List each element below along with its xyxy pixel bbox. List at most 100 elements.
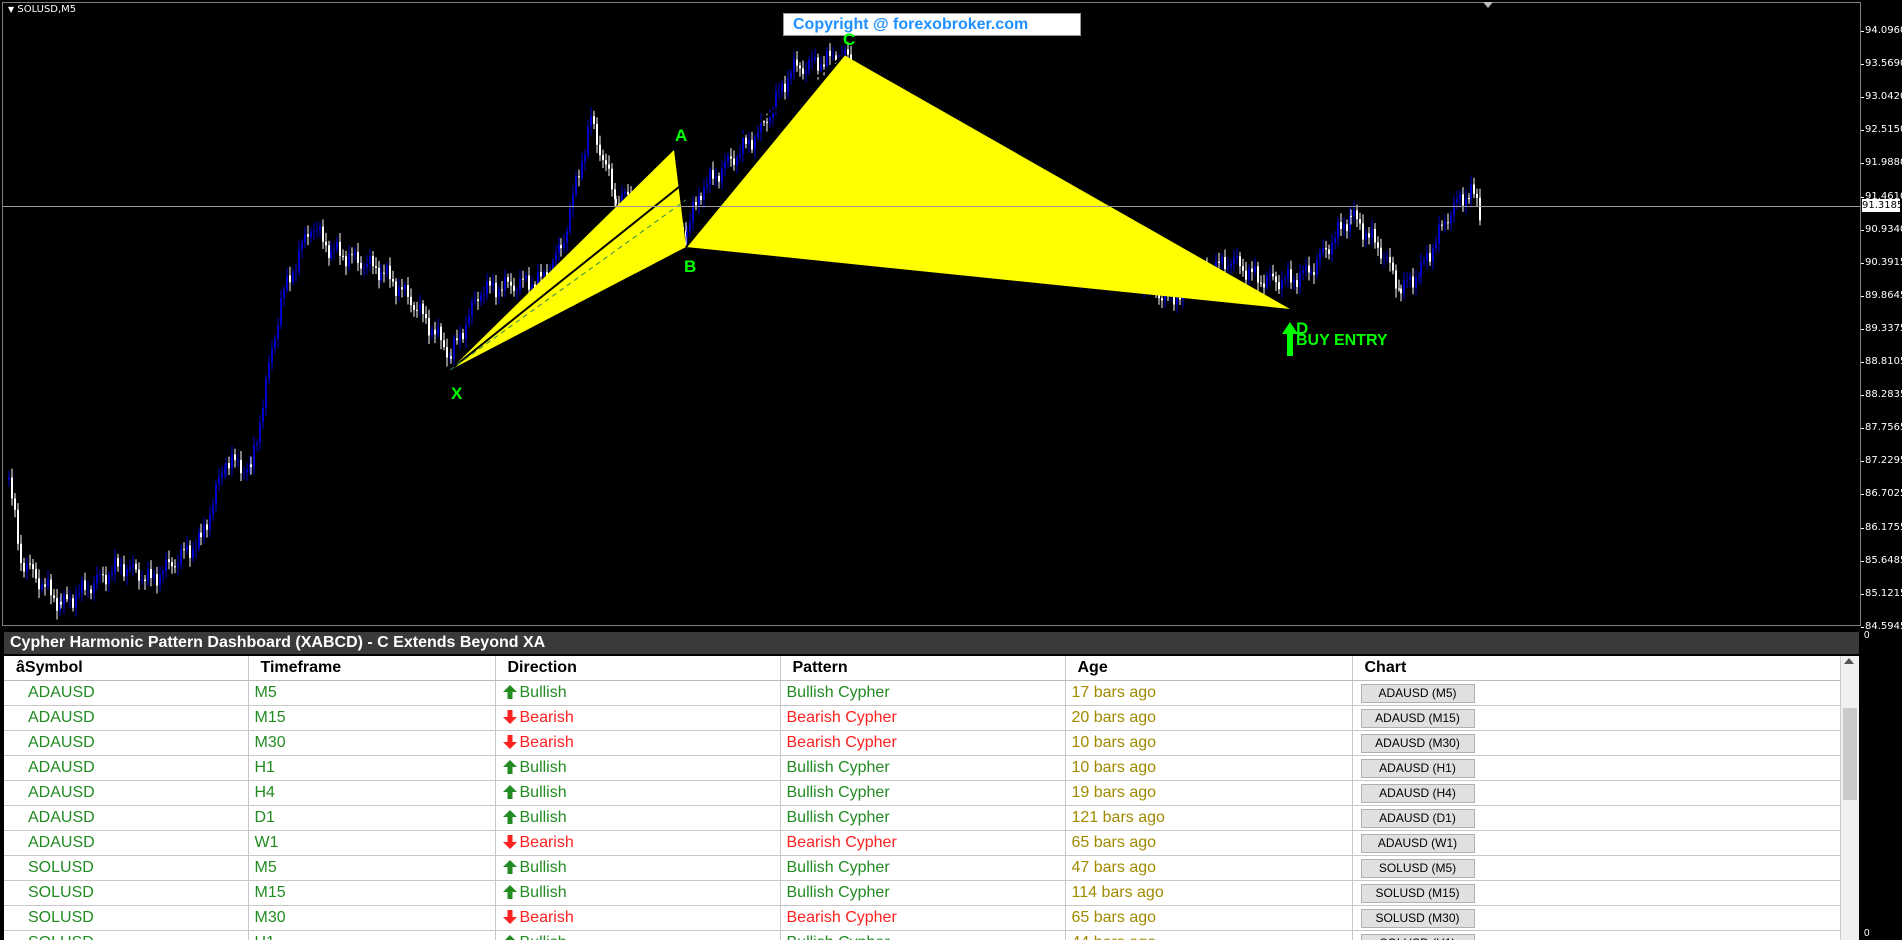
table-row[interactable]: ADAUSD D1 Bullish Bullish Cypher 121 bars ag… [4, 805, 1840, 831]
open-chart-button[interactable]: ADAUSD (H4) [1360, 783, 1475, 803]
table-row[interactable]: SOLUSDH1 Bullish Bullish Cypher44 bars ago… [4, 930, 1840, 940]
cell-direction: Bullish [494, 880, 780, 906]
cell-direction: Bearish [494, 705, 780, 731]
chart-menu-icon[interactable]: ▼ [8, 5, 14, 14]
arrow-up-icon [502, 685, 517, 699]
cell-symbol: SOLUSD [4, 930, 248, 940]
table-row[interactable]: SOLUSD M30 Bearish Bearish Cypher 65 bars ag… [4, 905, 1840, 931]
table-row[interactable]: SOLUSD M5 Bullish Bullish Cypher 47 bars ago… [4, 855, 1840, 881]
price-tick-label: 87.7565 [1860, 422, 1902, 433]
direction-text: Bullish [519, 684, 567, 701]
symbol-timeframe-text: SOLUSD,M5 [17, 4, 77, 15]
price-axis[interactable]: 94.096093.569093.042092.515091.988091.46… [1860, 0, 1902, 630]
cell-timeframe: H4 [247, 780, 495, 806]
price-tick-label: 86.1755 [1860, 522, 1902, 533]
header-direction[interactable]: Direction [494, 656, 780, 681]
table-scrollbar[interactable] [1840, 656, 1859, 940]
table-row[interactable]: ADAUSD H4 Bullish Bullish Cypher 19 bars ago… [4, 780, 1840, 806]
header-chart[interactable]: Chart [1351, 656, 1840, 681]
direction-text: Bullish [519, 859, 567, 876]
price-chart[interactable]: ▼ SOLUSD,M5 Copyright @ forexobroker.com… [0, 0, 1902, 630]
direction-text: Bullish [519, 784, 567, 801]
cell-symbol: SOLUSD [4, 855, 248, 881]
open-chart-button[interactable]: ADAUSD (M15) [1360, 708, 1475, 728]
header-timeframe[interactable]: Timeframe [247, 656, 495, 681]
cell-direction: Bullish [494, 855, 780, 881]
table-row[interactable]: ADAUSD M15 Bearish Bearish Cypher 20 bars ag… [4, 705, 1840, 731]
price-tick-label: 88.8105 [1860, 356, 1902, 367]
scroll-up-arrow-icon[interactable] [1844, 658, 1854, 664]
open-chart-button[interactable]: SOLUSD (M15) [1360, 883, 1475, 903]
price-tick-label: 87.2295 [1860, 455, 1902, 466]
open-chart-button[interactable]: ADAUSD (M5) [1360, 683, 1475, 703]
open-chart-button[interactable]: SOLUSD (M30) [1360, 908, 1475, 928]
arrow-up-icon [502, 885, 517, 899]
header-pattern[interactable]: Pattern [779, 656, 1065, 681]
price-tick-label: 85.6485 [1860, 555, 1902, 566]
cell-symbol: ADAUSD [4, 805, 248, 831]
cell-age: 47 bars ago [1064, 855, 1352, 881]
price-tick-label: 93.0420 [1860, 91, 1902, 102]
arrow-down-icon [502, 710, 517, 724]
cell-pattern: Bullish Cypher [779, 805, 1065, 831]
table-row[interactable]: ADAUSD M30 Bearish Bearish Cypher 10 bars ag… [4, 730, 1840, 756]
open-chart-button[interactable]: SOLUSD (M5) [1360, 858, 1475, 878]
cell-pattern: Bullish Cypher [779, 855, 1065, 881]
direction-text: Bearish [519, 734, 574, 751]
price-tick-label: 89.8645 [1860, 290, 1902, 301]
cell-age: 114 bars ago [1064, 880, 1352, 906]
direction-text: Bearish [519, 709, 574, 726]
cell-pattern: Bearish Cypher [779, 730, 1065, 756]
cell-symbol: SOLUSD [4, 880, 248, 906]
table-row[interactable]: SOLUSD M15 Bullish Bullish Cypher 114 bars a… [4, 880, 1840, 906]
table-row[interactable]: ADAUSD W1 Bearish Bearish Cypher 65 bars ago… [4, 830, 1840, 856]
dashboard-table-container: âSymbol Timeframe Direction Pattern Age … [4, 656, 1840, 940]
price-tick-label: 94.0960 [1860, 25, 1902, 36]
scrollbar-thumb[interactable] [1843, 708, 1857, 800]
buy-entry-label: BUY ENTRY [1296, 332, 1388, 349]
cell-age: 10 bars ago [1064, 755, 1352, 781]
cell-chart: ADAUSD (M15) [1351, 705, 1840, 731]
chart-shift-icon[interactable] [1483, 2, 1493, 10]
cell-chart: SOLUSD (M15) [1351, 880, 1840, 906]
direction-text: Bullish [519, 759, 567, 776]
cell-pattern: Bullish Cypher [779, 680, 1065, 706]
open-chart-button[interactable]: ADAUSD (W1) [1360, 833, 1475, 853]
header-symbol[interactable]: âSymbol [4, 656, 248, 681]
direction-text: Bearish [519, 909, 574, 926]
cell-age: 20 bars ago [1064, 705, 1352, 731]
price-tick-label: 92.5150 [1860, 124, 1902, 135]
cell-symbol: ADAUSD [4, 780, 248, 806]
table-row[interactable]: ADAUSD H1 Bullish Bullish Cypher 10 bars ago… [4, 755, 1840, 781]
arrow-down-icon [502, 910, 517, 924]
table-header-row: âSymbol Timeframe Direction Pattern Age … [4, 656, 1840, 681]
copyright-banner: Copyright @ forexobroker.com [783, 13, 1081, 36]
cell-direction: Bullish [494, 680, 780, 706]
cell-timeframe: M5 [247, 680, 495, 706]
open-chart-button[interactable]: SOLUSD (H1) [1360, 933, 1475, 940]
cell-chart: ADAUSD (W1) [1351, 830, 1840, 856]
cell-age: 65 bars ago [1064, 830, 1352, 856]
cell-direction: Bullish [494, 930, 780, 940]
cell-direction: Bearish [494, 830, 780, 856]
cell-chart: ADAUSD (D1) [1351, 805, 1840, 831]
cell-direction: Bullish [494, 755, 780, 781]
cell-pattern: Bullish Cypher [779, 755, 1065, 781]
cell-direction: Bearish [494, 730, 780, 756]
open-chart-button[interactable]: ADAUSD (D1) [1360, 808, 1475, 828]
cell-chart: ADAUSD (M5) [1351, 680, 1840, 706]
header-age[interactable]: Age [1064, 656, 1352, 681]
cell-pattern: Bullish Cypher [779, 880, 1065, 906]
pattern-dashboard: Cypher Harmonic Pattern Dashboard (XABCD… [0, 630, 1902, 940]
price-tick-label: 91.9880 [1860, 157, 1902, 168]
cell-timeframe: M30 [247, 905, 495, 931]
arrow-up-icon [502, 785, 517, 799]
chart-symbol-label: ▼ SOLUSD,M5 [8, 4, 76, 15]
cell-symbol: ADAUSD [4, 705, 248, 731]
open-chart-button[interactable]: ADAUSD (H1) [1360, 758, 1475, 778]
point-a-label: A [675, 126, 688, 145]
open-chart-button[interactable]: ADAUSD (M30) [1360, 733, 1475, 753]
dashboard-title: Cypher Harmonic Pattern Dashboard (XABCD… [4, 632, 1859, 654]
table-row[interactable]: ADAUSD M5 Bullish Bullish Cypher 17 bars ago… [4, 680, 1840, 706]
table-body: ADAUSD M5 Bullish Bullish Cypher 17 bars ago… [4, 680, 1840, 940]
